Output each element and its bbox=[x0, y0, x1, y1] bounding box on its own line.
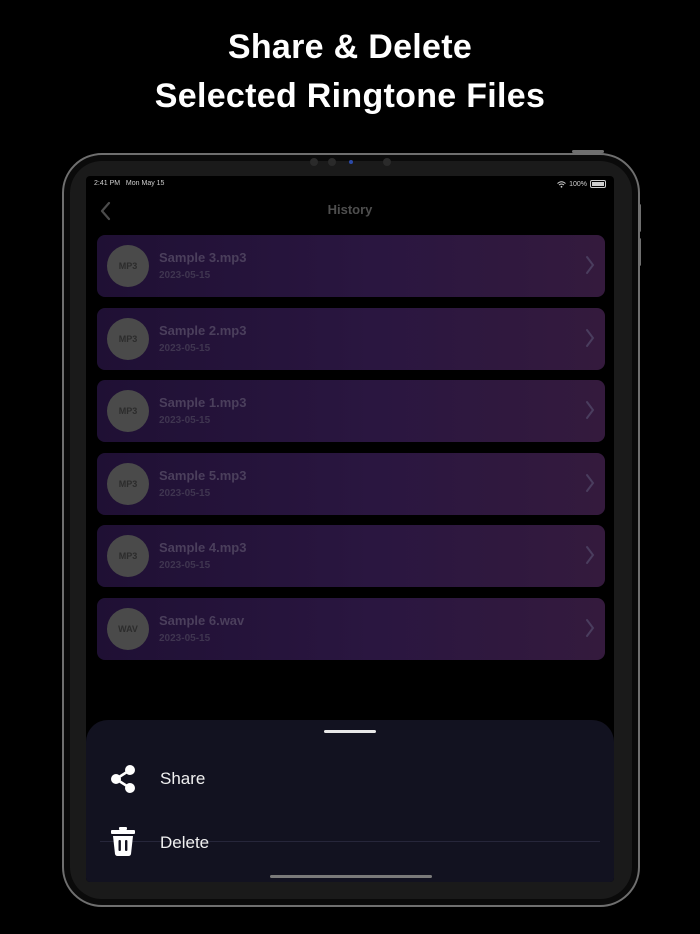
history-item[interactable]: MP3 Sample 4.mp3 2023-05-15 bbox=[97, 525, 605, 587]
file-format-badge: MP3 bbox=[107, 535, 149, 577]
file-name: Sample 3.mp3 bbox=[159, 250, 247, 265]
volume-button bbox=[638, 204, 641, 232]
file-format-badge: MP3 bbox=[107, 245, 149, 287]
history-item[interactable]: MP3 Sample 3.mp3 2023-05-15 bbox=[97, 235, 605, 297]
file-format-badge: MP3 bbox=[107, 462, 149, 505]
power-button bbox=[572, 150, 604, 153]
sheet-grabber[interactable] bbox=[324, 730, 376, 733]
home-indicator[interactable] bbox=[270, 875, 432, 878]
chevron-right-icon bbox=[586, 401, 595, 419]
camera-icon bbox=[310, 158, 318, 166]
wifi-icon bbox=[557, 180, 566, 188]
status-bar: 2:41 PM Mon May 15 100% bbox=[94, 180, 606, 192]
navigation-bar: History bbox=[86, 198, 614, 222]
file-format-badge: MP3 bbox=[107, 390, 149, 432]
file-format-badge: MP3 bbox=[107, 317, 149, 360]
file-date: 2023-05-15 bbox=[159, 560, 211, 571]
file-format-badge: WAV bbox=[107, 607, 149, 650]
history-item[interactable]: MP3 Sample 1.mp3 2023-05-15 bbox=[97, 380, 605, 442]
chevron-right-icon bbox=[586, 256, 595, 274]
status-time: 2:41 PM bbox=[94, 180, 121, 187]
share-icon bbox=[111, 765, 135, 793]
file-date: 2023-05-15 bbox=[159, 270, 211, 281]
history-item[interactable]: WAV Sample 6.wav 2023-05-15 bbox=[97, 597, 605, 660]
trash-icon bbox=[111, 827, 135, 856]
chevron-right-icon bbox=[586, 473, 595, 492]
file-date: 2023-05-15 bbox=[159, 632, 211, 644]
file-name: Sample 1.mp3 bbox=[159, 395, 247, 410]
file-date: 2023-05-15 bbox=[159, 487, 211, 499]
volume-button bbox=[638, 238, 641, 266]
camera-icon bbox=[328, 158, 336, 166]
camera-icon bbox=[383, 158, 391, 166]
file-date: 2023-05-15 bbox=[159, 415, 211, 426]
battery-icon bbox=[590, 180, 606, 188]
file-name: Sample 5.mp3 bbox=[159, 467, 247, 483]
chevron-right-icon bbox=[586, 328, 595, 347]
file-name: Sample 4.mp3 bbox=[159, 540, 247, 555]
chevron-right-icon bbox=[586, 618, 595, 637]
status-date: Mon May 15 bbox=[125, 180, 165, 187]
action-sheet: Share Delete bbox=[86, 720, 614, 882]
delete-button[interactable]: Delete bbox=[98, 812, 600, 874]
history-list: MP3 Sample 3.mp3 2023-05-15 MP3 Sample 2… bbox=[97, 235, 605, 670]
share-button[interactable]: Share bbox=[98, 748, 600, 810]
promo-headline-line1: Share & Delete bbox=[227, 28, 473, 66]
camera-indicator bbox=[349, 160, 353, 164]
history-item[interactable]: MP3 Sample 2.mp3 2023-05-15 bbox=[97, 307, 605, 370]
page-title: History bbox=[327, 202, 373, 217]
promo-headline-line2: Selected Ringtone Files bbox=[154, 77, 546, 115]
file-name: Sample 6.wav bbox=[159, 612, 245, 628]
history-item[interactable]: MP3 Sample 5.mp3 2023-05-15 bbox=[97, 452, 605, 515]
delete-label: Delete bbox=[160, 833, 210, 852]
file-date: 2023-05-15 bbox=[159, 342, 211, 354]
battery-percent: 100% bbox=[569, 180, 587, 188]
file-name: Sample 2.mp3 bbox=[159, 322, 247, 338]
share-label: Share bbox=[160, 769, 206, 788]
app-screen: 2:41 PM Mon May 15 100% History MP3 Samp… bbox=[86, 176, 614, 882]
chevron-right-icon bbox=[586, 546, 595, 564]
